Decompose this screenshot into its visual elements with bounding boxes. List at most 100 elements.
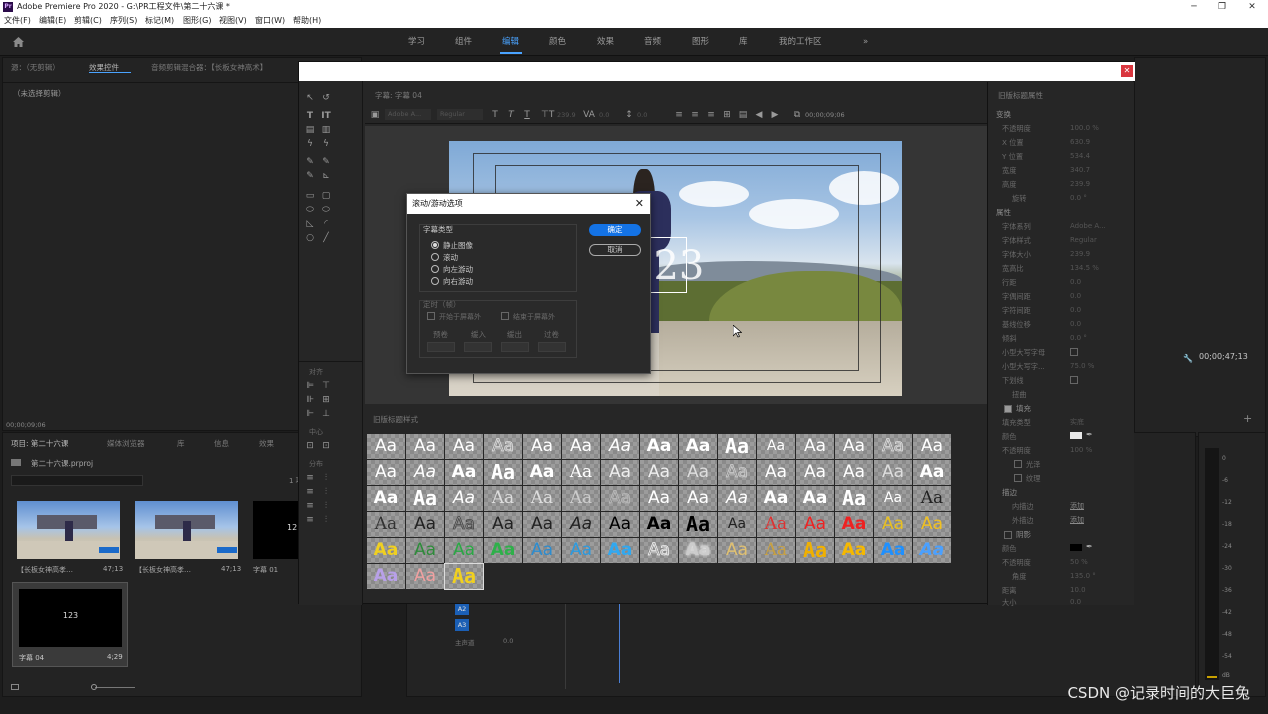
style-swatch-68[interactable]: Aa bbox=[640, 538, 678, 563]
align-right-icon[interactable]: ⊩ bbox=[304, 409, 316, 419]
vertical-area-type-tool-icon[interactable]: ▥ bbox=[320, 125, 332, 135]
align-top-icon[interactable]: ⊤ bbox=[320, 381, 332, 391]
distribute-4-icon[interactable]: ⫶ bbox=[320, 487, 332, 497]
align-text-left-icon[interactable]: ≡ bbox=[673, 110, 685, 120]
style-swatch-12[interactable]: Aa bbox=[796, 434, 834, 459]
style-swatch-54[interactable]: Aa bbox=[679, 512, 717, 537]
cancel-button[interactable]: 取消 bbox=[589, 244, 641, 256]
tab-media-browser[interactable]: 媒体浏览器 bbox=[107, 438, 145, 449]
dialog-close-icon[interactable]: ✕ bbox=[635, 194, 644, 214]
wedge-tool-icon[interactable]: ◺ bbox=[304, 219, 316, 229]
style-swatch-27[interactable]: Aa bbox=[796, 460, 834, 485]
style-swatch-5[interactable]: Aa bbox=[523, 434, 561, 459]
show-video-icon[interactable]: ▤ bbox=[737, 110, 749, 120]
ellipse-tool-icon[interactable]: ○ bbox=[304, 233, 316, 243]
align-text-right-icon[interactable]: ≡ bbox=[705, 110, 717, 120]
prop-kerning-value[interactable]: 0.0 bbox=[1070, 292, 1081, 301]
line-tool-icon[interactable]: ╱ bbox=[320, 233, 332, 243]
radio-crawl-right-label[interactable]: 向右游动 bbox=[443, 277, 473, 286]
prop-texture[interactable]: 纹理 bbox=[1026, 474, 1040, 483]
menu-clip[interactable]: 剪辑(C) bbox=[74, 16, 102, 26]
radio-crawl-left[interactable] bbox=[431, 265, 439, 273]
prop-fill-type-value[interactable]: 实底 bbox=[1070, 418, 1084, 427]
prop-font-family-value[interactable]: Adobe A... bbox=[1070, 222, 1106, 231]
prop-shadow-distance-value[interactable]: 10.0 bbox=[1070, 586, 1086, 595]
style-swatch-43[interactable]: Aa bbox=[835, 486, 873, 511]
font-size-value[interactable]: 239.9 bbox=[557, 111, 576, 119]
tab-source[interactable]: 源：（无剪辑） bbox=[11, 62, 60, 73]
eyedropper-icon[interactable]: ✒ bbox=[1086, 430, 1093, 439]
style-swatch-57[interactable]: Aa bbox=[796, 512, 834, 537]
style-swatch-71[interactable]: Aa bbox=[757, 538, 795, 563]
workspace-audio[interactable]: 音频 bbox=[644, 37, 661, 47]
start-off-screen-checkbox[interactable] bbox=[427, 312, 435, 320]
prop-opacity-value[interactable]: 100.0 % bbox=[1070, 124, 1099, 133]
style-swatch-6[interactable]: Aa bbox=[562, 434, 600, 459]
style-swatch-32[interactable]: Aa bbox=[406, 486, 444, 511]
prop-font-size-value[interactable]: 239.9 bbox=[1070, 250, 1090, 259]
underline-icon[interactable]: T bbox=[521, 110, 533, 120]
style-swatch-73[interactable]: Aa bbox=[835, 538, 873, 563]
style-swatch-58[interactable]: Aa bbox=[835, 512, 873, 537]
style-swatch-69[interactable]: Aa bbox=[679, 538, 717, 563]
style-swatch-14[interactable]: Aa bbox=[874, 434, 912, 459]
style-swatch-25[interactable]: Aa bbox=[718, 460, 756, 485]
prop-height-value[interactable]: 239.9 bbox=[1070, 180, 1090, 189]
selection-tool-icon[interactable]: ↖ bbox=[304, 93, 316, 103]
prop-small-caps-checkbox[interactable] bbox=[1070, 348, 1078, 356]
style-swatch-8[interactable]: Aa bbox=[640, 434, 678, 459]
home-icon[interactable] bbox=[13, 37, 24, 47]
prop-width-value[interactable]: 340.7 bbox=[1070, 166, 1090, 175]
titler-close-button[interactable]: ✕ bbox=[1121, 65, 1133, 77]
tab-effects[interactable]: 效果 bbox=[259, 438, 274, 449]
fill-checkbox[interactable] bbox=[1004, 405, 1012, 413]
style-swatch-55[interactable]: Aa bbox=[718, 512, 756, 537]
align-left-icon[interactable]: ⊫ bbox=[304, 381, 316, 391]
prop-aspect-value[interactable]: 134.5 % bbox=[1070, 264, 1099, 273]
preroll-input[interactable] bbox=[427, 342, 455, 352]
style-swatch-61[interactable]: Aa bbox=[367, 538, 405, 563]
style-swatch-52[interactable]: Aa bbox=[601, 512, 639, 537]
style-swatch-26[interactable]: Aa bbox=[757, 460, 795, 485]
style-swatch-70[interactable]: Aa bbox=[718, 538, 756, 563]
style-swatch-47[interactable]: Aa bbox=[406, 512, 444, 537]
clip-thumbnail-2[interactable] bbox=[135, 501, 238, 559]
ease-in-input[interactable] bbox=[464, 342, 492, 352]
prop-slant-value[interactable]: 0.0 ° bbox=[1070, 334, 1087, 343]
tab-info[interactable]: 信息 bbox=[214, 438, 229, 449]
rounded-rectangle-tool-icon[interactable]: ▢ bbox=[320, 191, 332, 201]
zoom-slider[interactable] bbox=[95, 687, 135, 688]
style-swatch-49[interactable]: Aa bbox=[484, 512, 522, 537]
maximize-button[interactable]: ❐ bbox=[1208, 0, 1236, 14]
track-a3[interactable]: A3 bbox=[455, 619, 469, 631]
style-swatch-44[interactable]: Aa bbox=[874, 486, 912, 511]
workspace-learn[interactable]: 学习 bbox=[408, 37, 425, 47]
style-swatch-31[interactable]: Aa bbox=[367, 486, 405, 511]
rotation-tool-icon[interactable]: ↺ bbox=[320, 93, 332, 103]
minimize-button[interactable]: ─ bbox=[1180, 0, 1208, 14]
section-shadow[interactable]: 阴影 bbox=[1016, 530, 1031, 539]
prop-fill-opacity-value[interactable]: 100 % bbox=[1070, 446, 1092, 455]
convert-anchor-tool-icon[interactable]: ⊾ bbox=[320, 171, 332, 181]
style-swatch-74[interactable]: Aa bbox=[874, 538, 912, 563]
style-swatch-60[interactable]: Aa bbox=[913, 512, 951, 537]
bold-icon[interactable]: T bbox=[489, 110, 501, 120]
prop-leading-value[interactable]: 0.0 bbox=[1070, 278, 1081, 287]
style-swatch-48[interactable]: Aa bbox=[445, 512, 483, 537]
prop-font-style-value[interactable]: Regular bbox=[1070, 236, 1097, 245]
title-item-selected[interactable]: 123 字幕 04 4;29 bbox=[12, 582, 128, 667]
menu-sequence[interactable]: 序列(S) bbox=[110, 16, 137, 26]
add-button[interactable]: + bbox=[1243, 412, 1252, 425]
workspace-assembly[interactable]: 组件 bbox=[455, 37, 472, 47]
pen-tool-icon[interactable]: ✎ bbox=[304, 157, 316, 167]
style-swatch-29[interactable]: Aa bbox=[874, 460, 912, 485]
tab-audio-clip-mixer[interactable]: 音频剪辑混合器：【长板女神高术】 bbox=[151, 62, 267, 73]
style-swatch-42[interactable]: Aa bbox=[796, 486, 834, 511]
style-swatch-23[interactable]: Aa bbox=[640, 460, 678, 485]
style-swatch-62[interactable]: Aa bbox=[406, 538, 444, 563]
add-anchor-tool-icon[interactable]: ✎ bbox=[304, 171, 316, 181]
close-window-button[interactable]: ✕ bbox=[1238, 0, 1266, 14]
style-swatch-17[interactable]: Aa bbox=[406, 460, 444, 485]
prop-shadow-opacity-value[interactable]: 50 % bbox=[1070, 558, 1088, 567]
shadow-eyedropper-icon[interactable]: ✒ bbox=[1086, 542, 1093, 551]
